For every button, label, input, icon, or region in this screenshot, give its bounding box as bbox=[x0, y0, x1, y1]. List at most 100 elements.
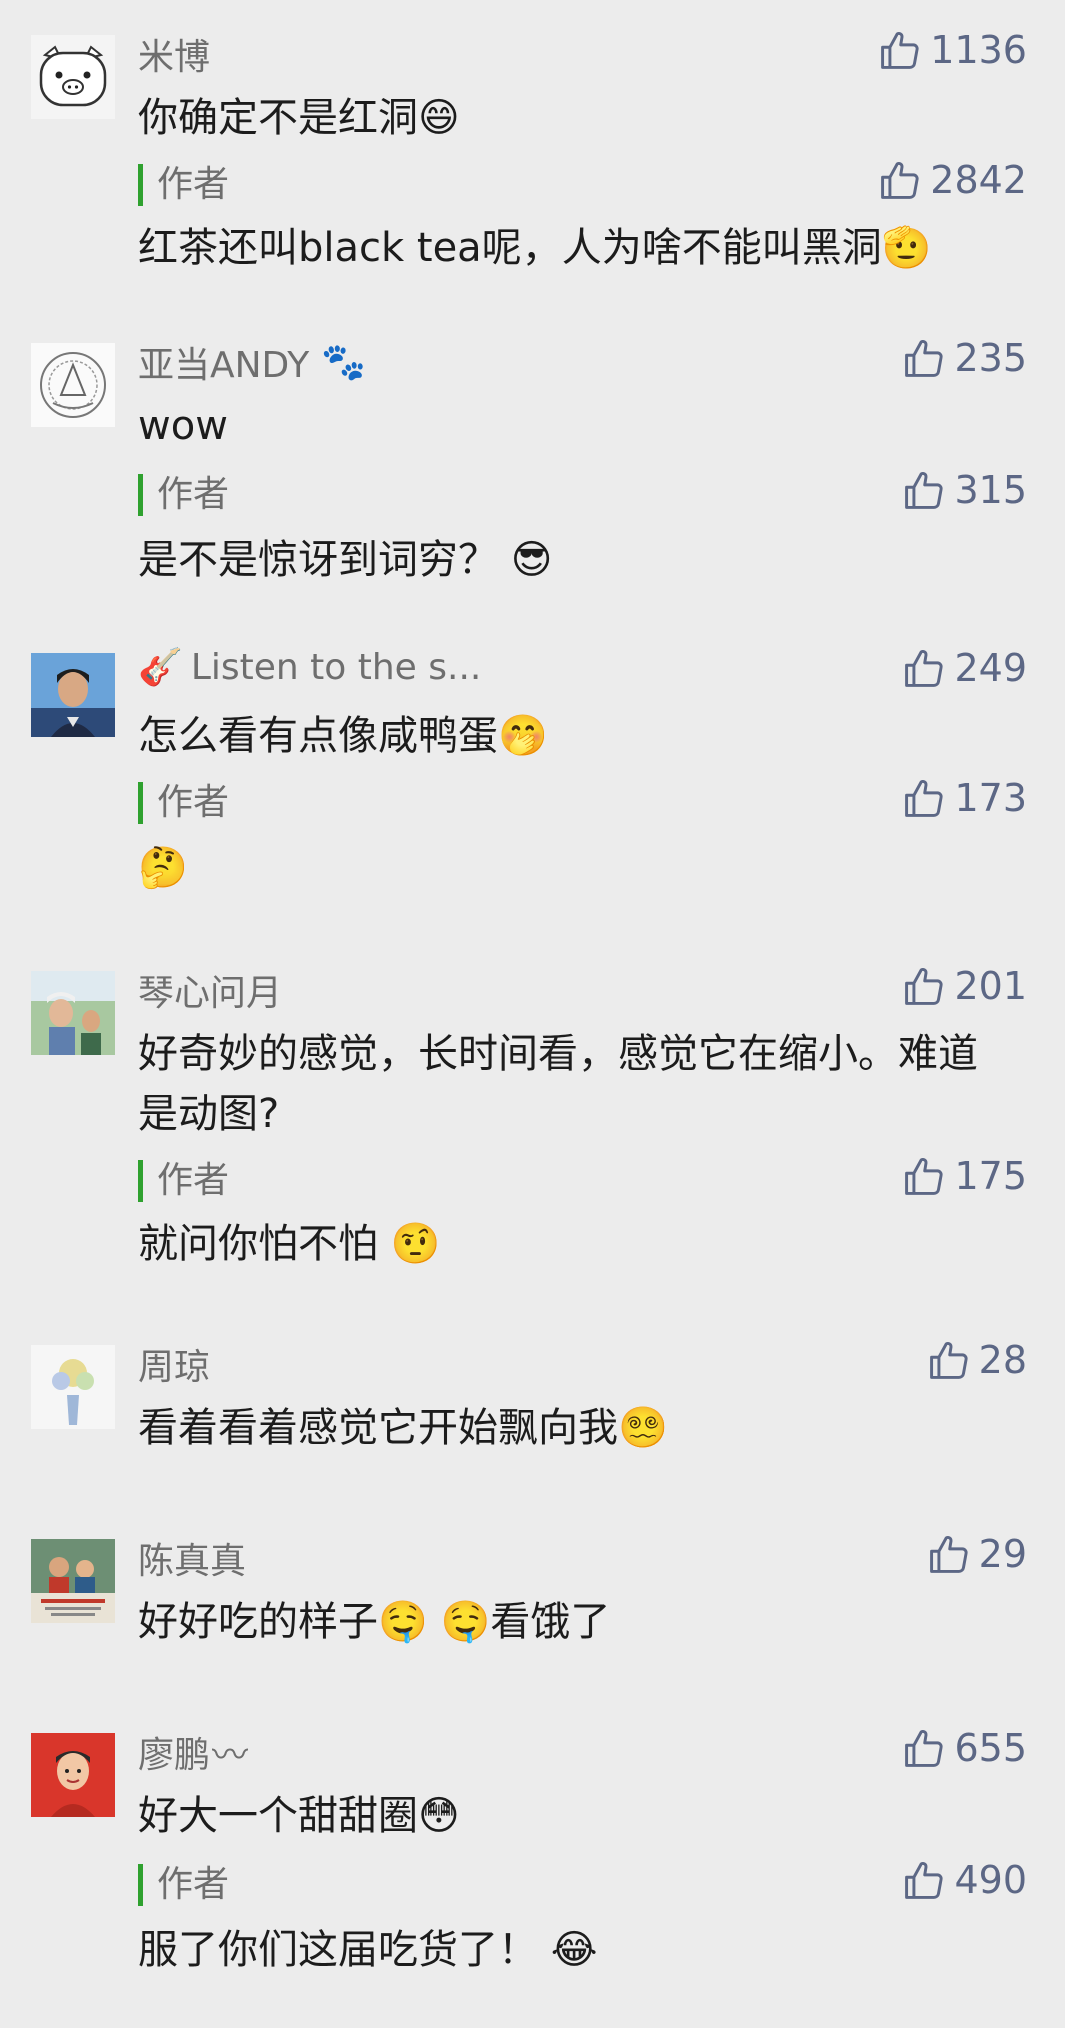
author-reply-text: 服了你们这届吃货了！ 😂 bbox=[138, 1920, 1018, 1980]
comment-item: 周琼 28 看着看着感觉它开始飘向我😵‍💫 bbox=[0, 1310, 1065, 1504]
author-reply-text: 红茶还叫black tea呢，人为啥不能叫黑洞🫡 bbox=[138, 218, 1018, 278]
author-reply-label: 作者 bbox=[138, 782, 229, 824]
comment-text: 好大一个甜甜圈😳 bbox=[138, 1786, 1018, 1846]
name-label: 周琼 bbox=[138, 1347, 211, 1388]
reply-like-button[interactable]: 315 bbox=[902, 468, 1027, 512]
thumbs-up-icon bbox=[902, 1858, 946, 1902]
comment-text: 你确定不是红洞😄 bbox=[138, 88, 1018, 148]
author-reply-label: 作者 bbox=[138, 1864, 229, 1906]
comment-item: 陈真真 29 好好吃的样子🤤 🤤看饿了 bbox=[0, 1504, 1065, 1698]
red-cartoon-avatar-icon[interactable] bbox=[31, 1733, 115, 1817]
commenter-name[interactable]: 亚当ANDY 🐾 bbox=[138, 336, 366, 388]
reply-like-count: 315 bbox=[954, 468, 1027, 512]
comment-text-content: 你确定不是红洞 bbox=[138, 95, 418, 141]
comment-text: 看着看着感觉它开始飘向我😵‍💫 bbox=[138, 1398, 1018, 1458]
thumbs-up-icon bbox=[902, 1154, 946, 1198]
comment-text-content: 看着看着感觉它开始飘向我 bbox=[138, 1405, 618, 1451]
comment-text: 好好吃的样子🤤 🤤看饿了 bbox=[138, 1592, 1018, 1652]
sunglasses-emoji-icon: 😎 bbox=[510, 537, 553, 583]
like-button[interactable]: 235 bbox=[902, 336, 1027, 380]
thumbs-up-icon bbox=[902, 776, 946, 820]
comment-text: wow bbox=[138, 396, 1018, 456]
paw-icon: 🐾 bbox=[321, 342, 367, 383]
grin-emoji-icon: 😄 bbox=[418, 95, 460, 141]
like-count: 29 bbox=[978, 1532, 1027, 1576]
reply-like-count: 2842 bbox=[930, 158, 1027, 202]
thumbs-up-icon bbox=[878, 158, 922, 202]
like-button[interactable]: 249 bbox=[902, 646, 1027, 690]
like-count: 655 bbox=[954, 1726, 1027, 1770]
commenter-name[interactable]: 周琼 bbox=[138, 1338, 210, 1390]
thumbs-up-icon bbox=[927, 1532, 971, 1576]
like-count: 28 bbox=[978, 1338, 1027, 1382]
comment-text-content: 好大一个甜甜圈 bbox=[138, 1793, 418, 1839]
commenter-name[interactable]: 廖鹏 〰 bbox=[138, 1726, 248, 1778]
comment-item: 廖鹏 〰 655 好大一个甜甜圈😳 作者 490 服了你们这届吃货了！ 😂 bbox=[0, 1698, 1065, 2028]
reply-like-count: 175 bbox=[954, 1154, 1027, 1198]
author-reply-label: 作者 bbox=[138, 1160, 229, 1202]
name-label: 米博 bbox=[138, 37, 211, 78]
flushed-emoji-icon: 😳 bbox=[418, 1793, 460, 1839]
thinking-emoji-icon: 🤔 bbox=[138, 845, 188, 891]
thumbs-up-icon bbox=[902, 964, 946, 1008]
like-button[interactable]: 201 bbox=[902, 964, 1027, 1008]
name-label: Listen to the s... bbox=[190, 646, 482, 688]
thumbs-up-icon bbox=[878, 28, 922, 72]
drooling-emoji-icon: 🤤 🤤看饿了 bbox=[378, 1599, 611, 1645]
reply-like-button[interactable]: 175 bbox=[902, 1154, 1027, 1198]
commenter-name[interactable]: 琴心问月 bbox=[138, 964, 282, 1016]
name-label: 廖鹏 bbox=[138, 1735, 211, 1776]
thumbs-up-icon bbox=[927, 1338, 971, 1382]
like-count: 235 bbox=[954, 336, 1027, 380]
reply-text-content: 就问你怕不怕 bbox=[138, 1221, 391, 1267]
pig-avatar-icon[interactable] bbox=[31, 35, 115, 119]
commenter-name[interactable]: 🎸 Listen to the s... bbox=[138, 646, 482, 689]
like-button[interactable]: 29 bbox=[927, 1532, 1027, 1576]
thumbs-up-icon bbox=[902, 468, 946, 512]
like-count: 249 bbox=[954, 646, 1027, 690]
like-count: 201 bbox=[954, 964, 1027, 1008]
people-photo-avatar-icon[interactable] bbox=[31, 971, 115, 1055]
reply-like-count: 490 bbox=[954, 1858, 1027, 1902]
author-reply-label: 作者 bbox=[138, 474, 229, 516]
comment-text: 怎么看有点像咸鸭蛋🤭 bbox=[138, 706, 1018, 766]
flower-avatar-icon[interactable] bbox=[31, 1345, 115, 1429]
author-reply-text: 🤔 bbox=[138, 838, 1018, 898]
face-with-hand-emoji-icon: 🤭 bbox=[498, 713, 548, 759]
commenter-name[interactable]: 米博 bbox=[138, 28, 210, 80]
comment-text-content: wow bbox=[138, 403, 228, 449]
swirl-icon: 〰 bbox=[212, 1735, 249, 1776]
guitar-icon: 🎸 bbox=[138, 647, 183, 688]
name-label: 琴心问月 bbox=[138, 973, 283, 1014]
name-label: 亚当ANDY bbox=[138, 345, 310, 386]
comment-item: 米博 1136 你确定不是红洞😄 作者 2842 红茶还叫black tea呢，… bbox=[0, 0, 1065, 308]
emblem-avatar-icon[interactable] bbox=[31, 343, 115, 427]
reply-text-content: 是不是惊讶到词穷？ bbox=[138, 537, 511, 583]
thumbs-up-icon bbox=[902, 646, 946, 690]
reply-like-button[interactable]: 173 bbox=[902, 776, 1027, 820]
author-reply-text: 就问你怕不怕 🤨 bbox=[138, 1214, 1018, 1274]
tears-of-joy-emoji-icon: 😂 bbox=[550, 1927, 598, 1973]
family-photo-avatar-icon[interactable] bbox=[31, 1539, 115, 1623]
comment-text-content: 好好吃的样子 bbox=[138, 1599, 378, 1645]
comment-text-content: 怎么看有点像咸鸭蛋 bbox=[138, 713, 498, 759]
reply-like-button[interactable]: 490 bbox=[902, 1858, 1027, 1902]
like-button[interactable]: 28 bbox=[927, 1338, 1027, 1382]
salute-emoji-icon: 🫡 bbox=[881, 225, 932, 271]
comment-item: 亚当ANDY 🐾 235 wow 作者 315 是不是惊讶到词穷？ 😎 bbox=[0, 308, 1065, 618]
comment-text: 好奇妙的感觉，长时间看，感觉它在缩小。难道是动图? bbox=[138, 1024, 1008, 1144]
name-label: 陈真真 bbox=[138, 1541, 247, 1582]
like-button[interactable]: 655 bbox=[902, 1726, 1027, 1770]
man-photo-avatar-icon[interactable] bbox=[31, 653, 115, 737]
comment-text-content: 好奇妙的感觉，长时间看，感觉它在缩小。难道是动图? bbox=[138, 1031, 978, 1137]
reply-like-button[interactable]: 2842 bbox=[878, 158, 1027, 202]
like-button[interactable]: 1136 bbox=[878, 28, 1027, 72]
thumbs-up-icon bbox=[902, 336, 946, 380]
author-reply-label: 作者 bbox=[138, 164, 229, 206]
reply-text-content: 红茶还叫black tea呢，人为啥不能叫黑洞 bbox=[138, 225, 882, 271]
author-reply-text: 是不是惊讶到词穷？ 😎 bbox=[138, 530, 1018, 590]
commenter-name[interactable]: 陈真真 bbox=[138, 1532, 246, 1584]
reply-text-content: 服了你们这届吃货了！ bbox=[138, 1927, 551, 1973]
reply-like-count: 173 bbox=[954, 776, 1027, 820]
raised-eyebrow-emoji-icon: 🤨 bbox=[390, 1221, 441, 1267]
